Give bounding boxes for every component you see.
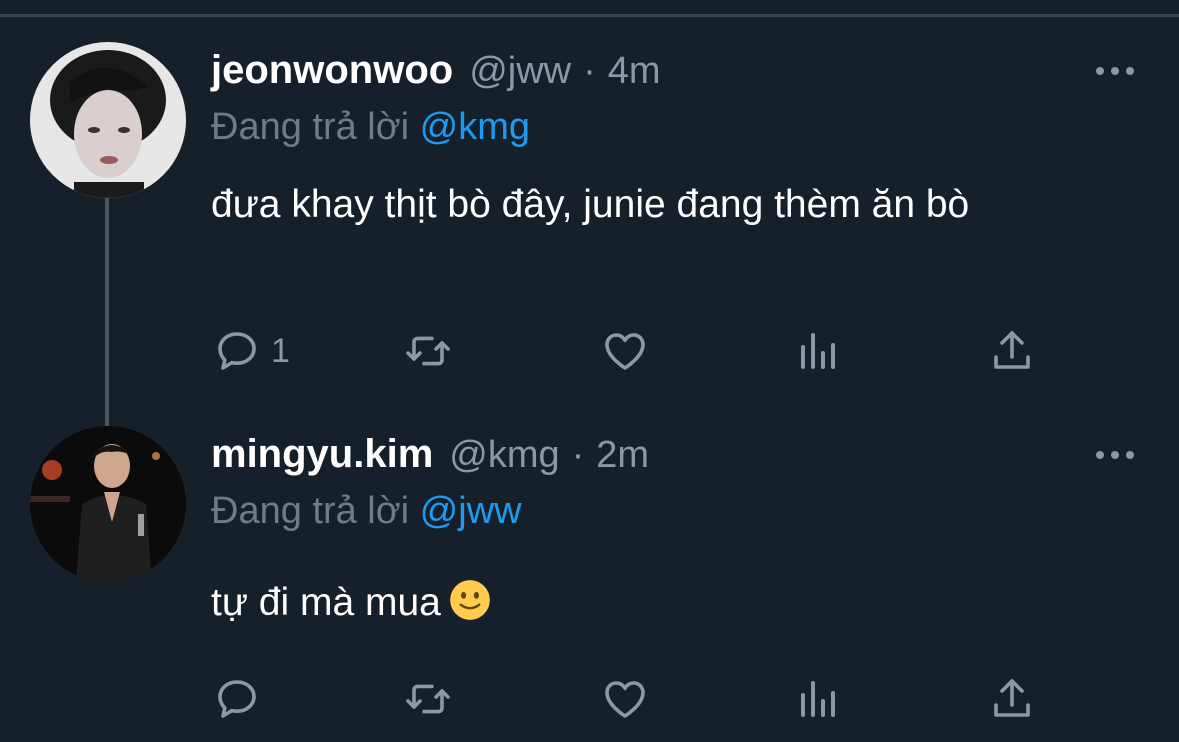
more-options-icon[interactable] xyxy=(1096,448,1134,462)
replying-to-label: Đang trả lời xyxy=(211,106,410,148)
action-bar: 1 xyxy=(213,326,1043,376)
share-button[interactable] xyxy=(988,674,1036,724)
like-button[interactable] xyxy=(601,674,649,724)
display-name[interactable]: mingyu.kim xyxy=(211,432,433,477)
more-options-icon[interactable] xyxy=(1096,64,1134,78)
like-button[interactable] xyxy=(601,326,649,376)
avatar-mingyu[interactable] xyxy=(30,426,186,582)
replying-to-label: Đang trả lời xyxy=(211,490,410,532)
share-icon xyxy=(994,331,1030,369)
user-handle[interactable]: @kmg xyxy=(449,434,559,477)
thread-connector-line xyxy=(105,198,109,426)
heart-icon xyxy=(605,681,645,718)
views-button[interactable] xyxy=(795,674,843,724)
action-bar xyxy=(213,674,1043,724)
reply-button[interactable]: 1 xyxy=(213,326,290,376)
tweet-header: jeonwonwoo @jww · 4m xyxy=(211,48,661,93)
replying-to: Đang trả lời @jww xyxy=(211,490,522,533)
views-button[interactable] xyxy=(795,326,843,376)
retweet-button[interactable] xyxy=(403,674,453,724)
user-handle[interactable]: @jww xyxy=(469,50,571,93)
share-icon xyxy=(994,679,1030,717)
heart-icon xyxy=(605,333,645,370)
separator-dot: · xyxy=(571,434,585,476)
display-name[interactable]: jeonwonwoo xyxy=(211,48,453,93)
retweet-button[interactable] xyxy=(403,326,453,376)
views-icon xyxy=(801,681,835,717)
tweet-header: mingyu.kim @kmg · 2m xyxy=(211,432,649,477)
tweet-text: đưa khay thịt bò đây, junie đang thèm ăn… xyxy=(211,183,970,226)
reply-mention-link[interactable]: @jww xyxy=(420,490,522,532)
reply-button[interactable] xyxy=(213,674,271,724)
top-divider xyxy=(0,14,1179,17)
separator-dot: · xyxy=(583,50,596,92)
tweet-text-container: tự đi mà mua xyxy=(211,576,1131,630)
share-button[interactable] xyxy=(988,326,1036,376)
timestamp[interactable]: 2m xyxy=(596,434,649,477)
reply-icon xyxy=(218,332,256,370)
avatar-jeonwonwoo[interactable] xyxy=(30,42,186,198)
retweet-icon xyxy=(406,336,450,366)
timestamp[interactable]: 4m xyxy=(608,50,661,93)
retweet-icon xyxy=(406,684,450,714)
slightly-smiling-face-icon xyxy=(450,580,490,620)
replying-to: Đang trả lời @kmg xyxy=(211,106,530,149)
tweet-text: tự đi mà mua xyxy=(211,581,441,624)
reply-mention-link[interactable]: @kmg xyxy=(420,106,530,148)
views-icon xyxy=(801,333,835,369)
reply-count: 1 xyxy=(271,331,290,370)
reply-icon xyxy=(218,680,256,718)
